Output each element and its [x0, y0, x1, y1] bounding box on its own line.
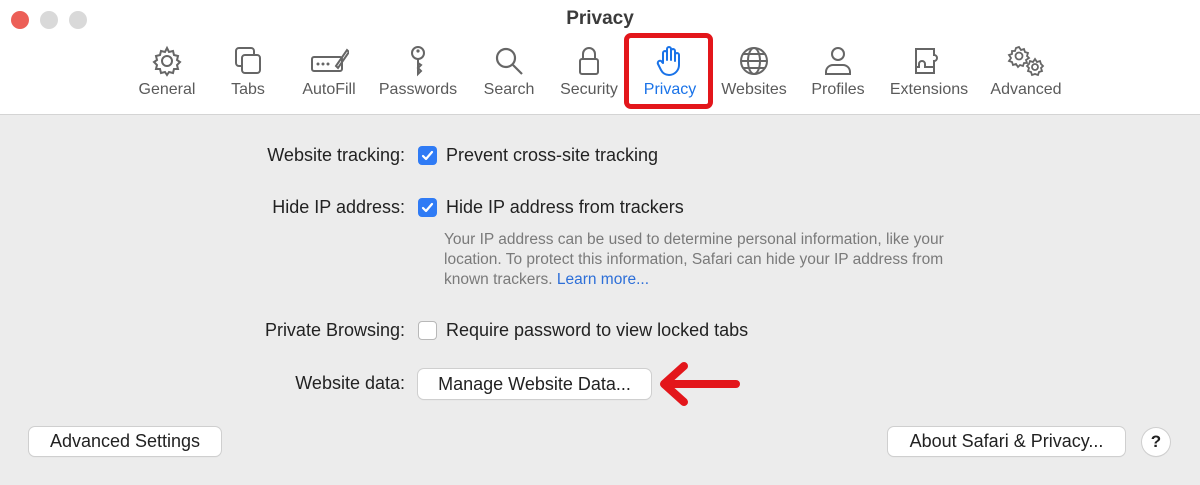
preferences-tabs: General Tabs AutoFill Passwords Search S… [0, 44, 1200, 104]
advanced-settings-button[interactable]: Advanced Settings [29, 427, 221, 456]
hide-ip-description-text: Your IP address can be used to determine… [444, 231, 944, 288]
tab-label: General [138, 81, 196, 98]
tab-profiles[interactable]: Profiles [806, 44, 870, 102]
tab-general[interactable]: General [136, 44, 198, 102]
tab-label: Tabs [231, 81, 265, 98]
tab-label: Passwords [378, 81, 458, 98]
learn-more-link[interactable]: Learn more... [557, 271, 649, 288]
privacy-tab-highlight [624, 33, 713, 109]
toolbar: Privacy General Tabs AutoFill Passwords … [0, 0, 1200, 115]
tab-label: Extensions [889, 81, 969, 98]
prevent-cross-site-tracking-checkbox[interactable] [418, 146, 437, 165]
checkmark-icon [421, 150, 434, 161]
tab-label: AutoFill [302, 81, 356, 98]
hide-ip-text: Hide IP address from trackers [446, 197, 684, 217]
lock-icon [579, 47, 599, 75]
gears-icon [1007, 45, 1045, 77]
tab-label: Websites [721, 81, 787, 98]
person-icon [825, 47, 851, 75]
website-data-label: Website data: [295, 373, 405, 393]
hide-ip-label: Hide IP address: [272, 197, 405, 217]
globe-icon [740, 47, 768, 75]
tab-label: Security [560, 81, 618, 98]
require-password-text: Require password to view locked tabs [446, 320, 749, 340]
tab-label: Advanced [990, 81, 1062, 98]
preferences-window: Privacy General Tabs AutoFill Passwords … [0, 0, 1200, 485]
require-password-checkbox[interactable] [418, 321, 437, 340]
red-arrow-annotation-icon [660, 362, 740, 406]
help-button[interactable]: ? [1142, 428, 1170, 456]
puzzle-icon [915, 48, 938, 74]
checkmark-icon [421, 202, 434, 213]
tab-advanced[interactable]: Advanced [986, 44, 1066, 102]
tabs-icon [235, 47, 261, 74]
manage-website-data-button[interactable]: Manage Website Data... [418, 369, 651, 399]
key-icon [411, 46, 425, 77]
window-title: Privacy [566, 8, 634, 29]
autofill-icon [311, 48, 349, 72]
tab-passwords[interactable]: Passwords [376, 44, 460, 102]
gear-icon [152, 45, 182, 77]
about-safari-privacy-button[interactable]: About Safari & Privacy... [888, 427, 1125, 456]
tab-extensions[interactable]: Extensions [886, 44, 972, 102]
tab-label: Search [483, 81, 535, 98]
tab-tabs[interactable]: Tabs [224, 44, 272, 102]
search-icon [495, 47, 523, 75]
tab-websites[interactable]: Websites [718, 44, 790, 102]
tab-label: Profiles [811, 81, 865, 98]
hide-ip-description: Your IP address can be used to determine… [444, 230, 964, 290]
tab-security[interactable]: Security [556, 44, 622, 102]
hide-ip-checkbox[interactable] [418, 198, 437, 217]
private-browsing-label: Private Browsing: [264, 320, 405, 340]
tab-search[interactable]: Search [480, 44, 538, 102]
tab-autofill[interactable]: AutoFill [298, 44, 360, 102]
website-tracking-label: Website tracking: [267, 145, 405, 165]
prevent-cross-site-tracking-text: Prevent cross-site tracking [446, 145, 659, 165]
